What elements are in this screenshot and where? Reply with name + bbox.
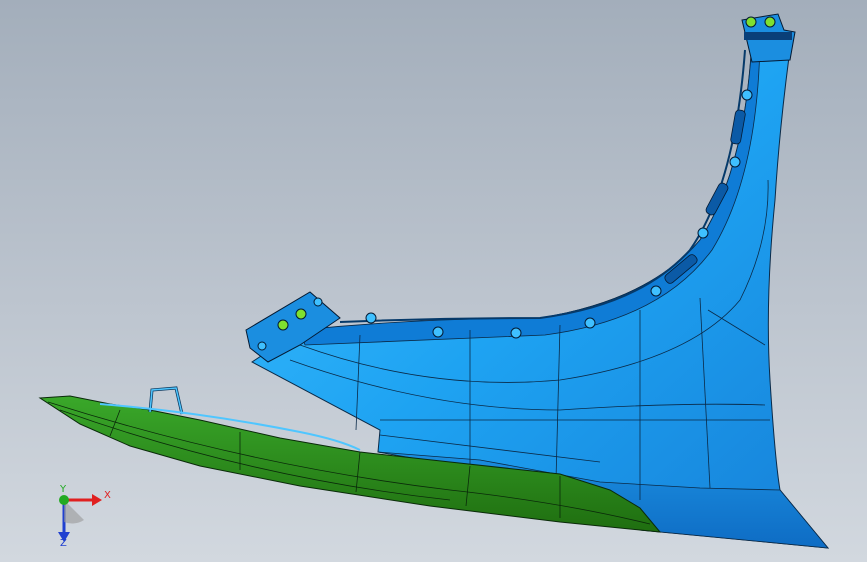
- z-axis-label: Z: [60, 538, 67, 546]
- x-axis-label: X: [104, 490, 111, 501]
- x-axis-arrow: [92, 494, 102, 506]
- fender-model[interactable]: [0, 0, 867, 562]
- y-axis-dot: [59, 495, 69, 505]
- orientation-triad: X Y Z: [58, 484, 111, 546]
- cad-viewport[interactable]: X Y Z: [0, 0, 867, 562]
- top-bracket: [741, 13, 796, 63]
- y-axis-label: Y: [59, 484, 67, 495]
